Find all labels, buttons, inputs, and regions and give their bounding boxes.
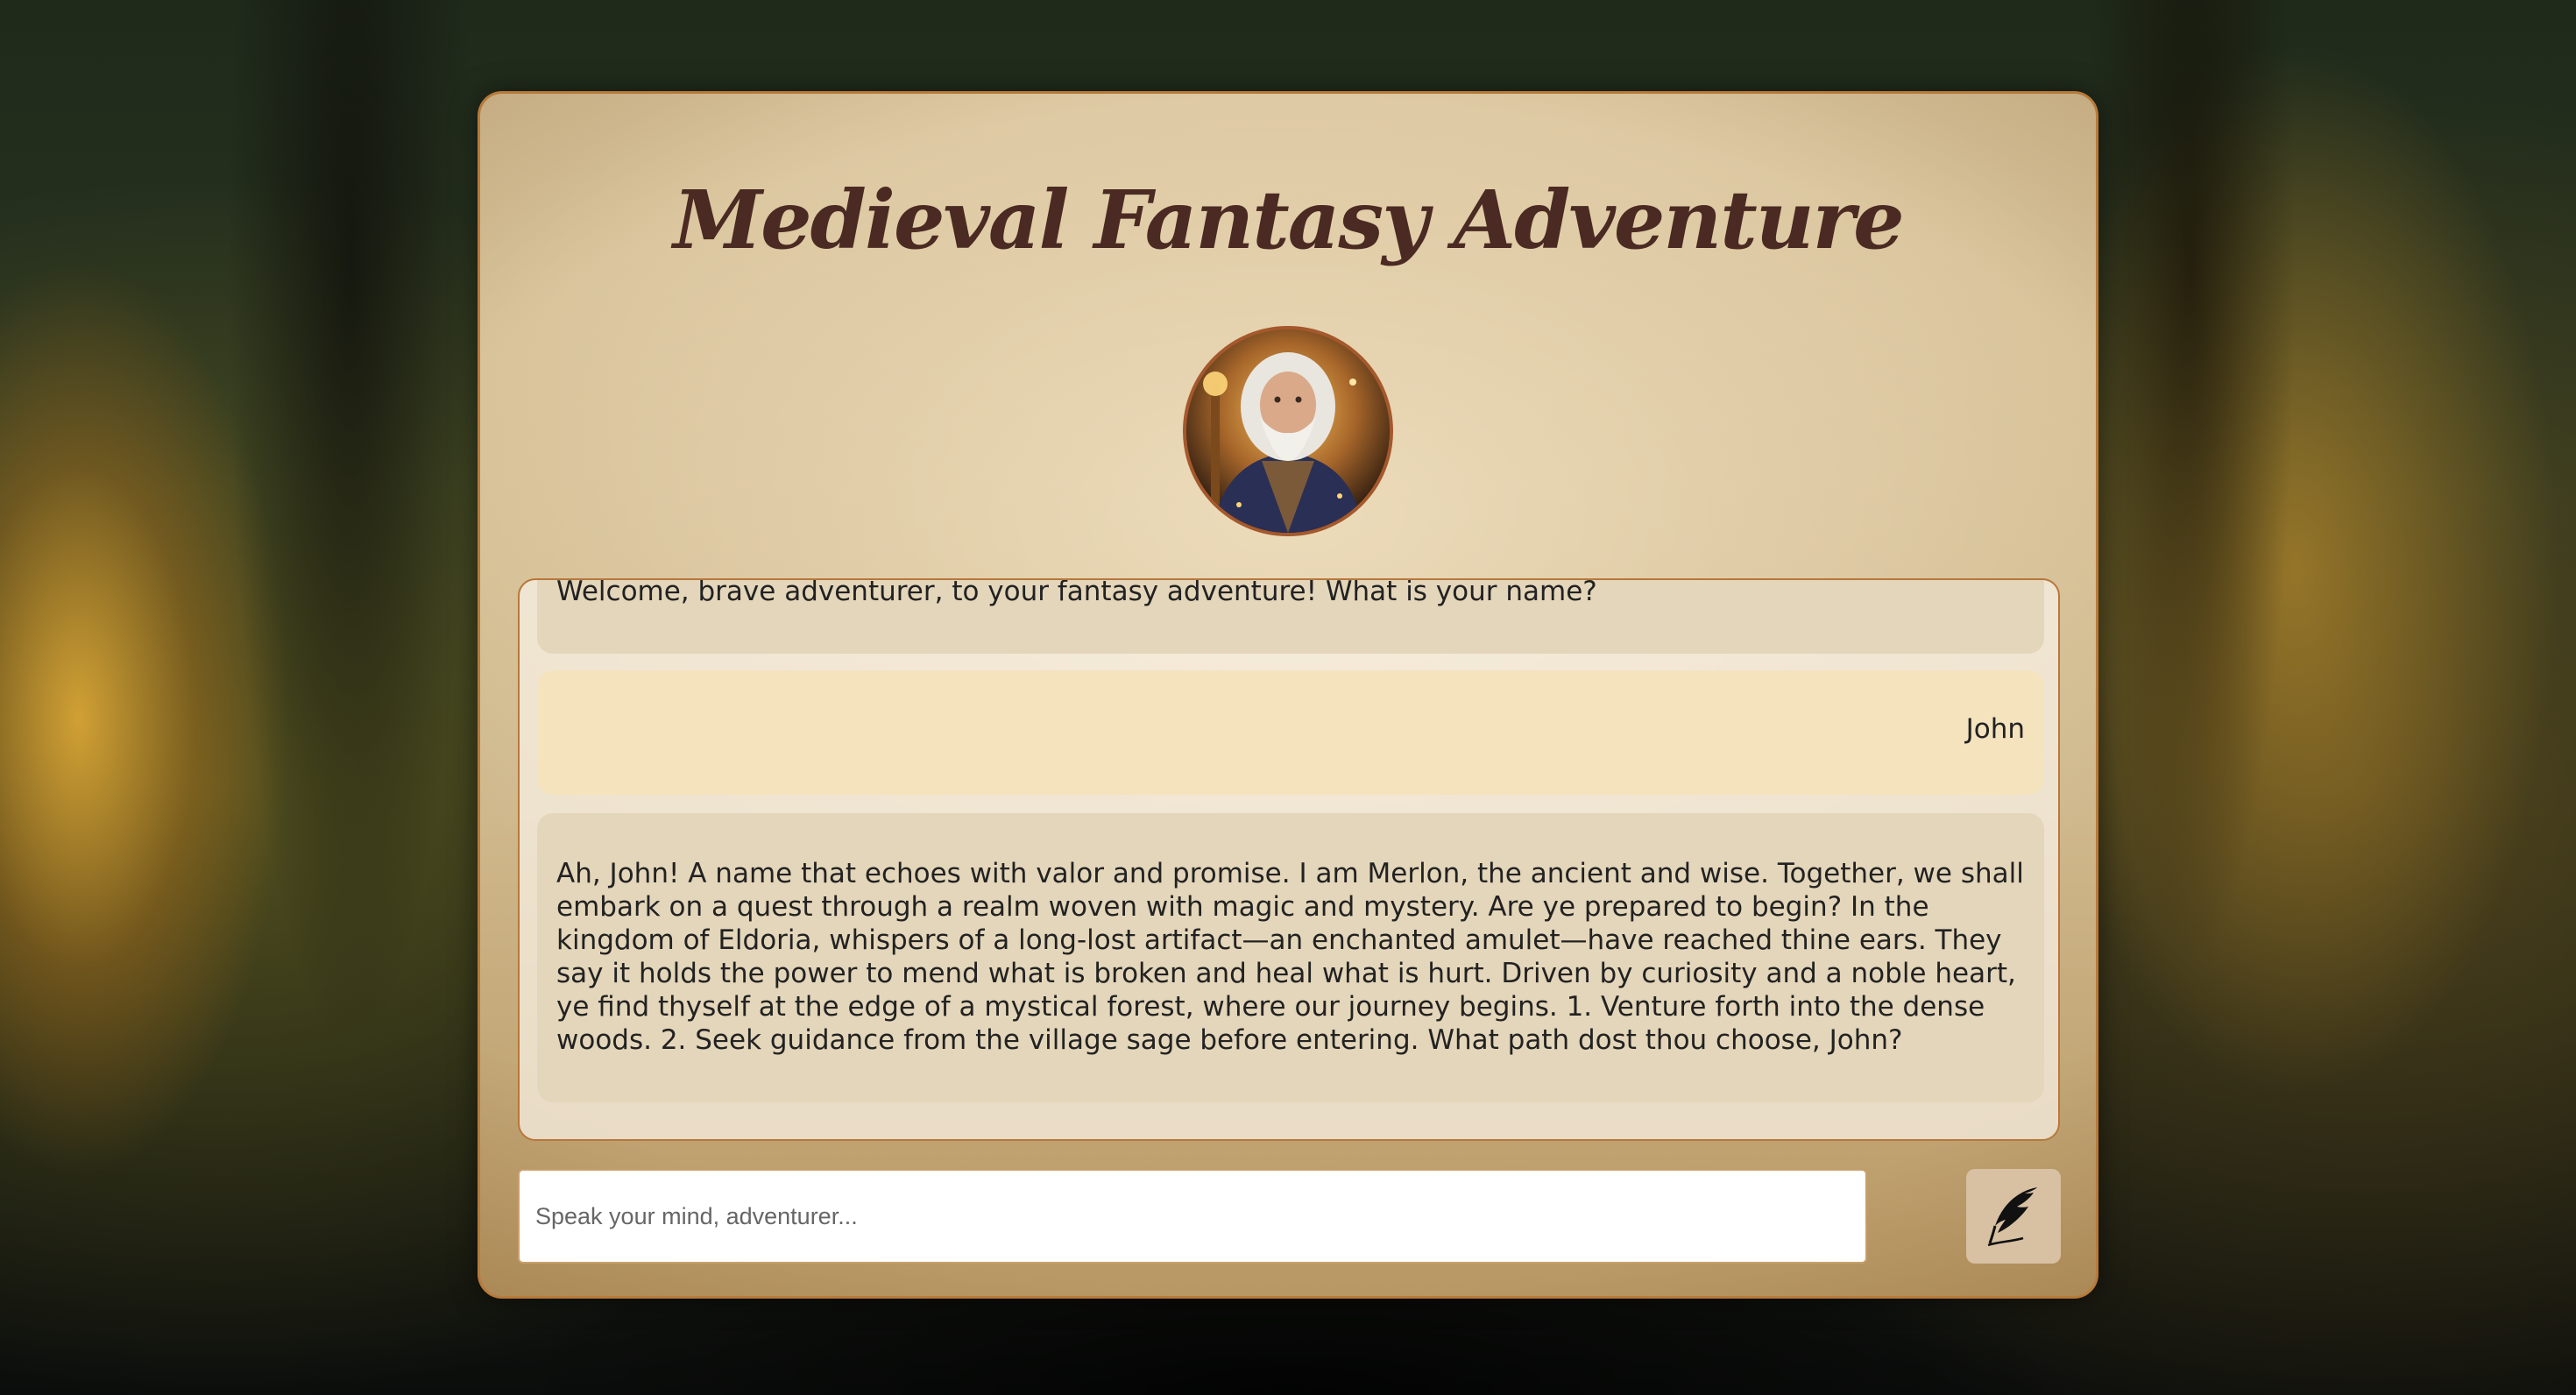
- adventure-panel: Medieval Fantasy Adventure Welcome, brav…: [478, 91, 2098, 1299]
- user-message: John: [537, 670, 2044, 795]
- bot-message: Ah, John! A name that echoes with valor …: [537, 813, 2044, 1102]
- wizard-avatar: [1183, 326, 1393, 536]
- bot-message: Welcome, brave adventurer, to your fanta…: [537, 580, 2044, 654]
- message-input[interactable]: [518, 1169, 1867, 1264]
- chat-log[interactable]: Welcome, brave adventurer, to your fanta…: [518, 578, 2060, 1141]
- page-title: Medieval Fantasy Adventure: [673, 173, 1904, 267]
- wizard-portrait-icon: [1186, 329, 1390, 533]
- send-button[interactable]: [1966, 1169, 2061, 1264]
- quill-icon: [1987, 1187, 2037, 1247]
